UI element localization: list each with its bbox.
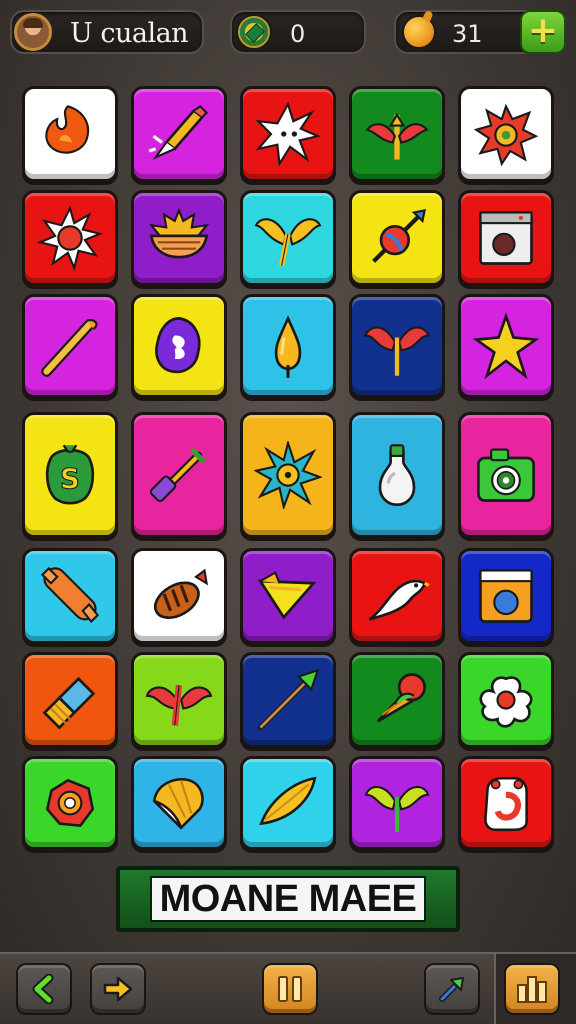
- bars-icon: [517, 976, 547, 1003]
- tile-winged-arrow[interactable]: [349, 86, 445, 182]
- tile-camera[interactable]: [458, 412, 554, 538]
- tile-globe-spear[interactable]: [349, 190, 445, 286]
- golden-dagger-icon: [148, 105, 209, 160]
- tile-golden-leaf[interactable]: [240, 756, 336, 850]
- level-title: MOANE MAEE: [159, 877, 417, 920]
- wand-icon: [439, 977, 464, 1002]
- winged-arrow-icon: [365, 112, 429, 160]
- red-wings-icon: [363, 326, 431, 376]
- tile-golden-dagger[interactable]: [131, 86, 227, 182]
- tile-green-spear[interactable]: [240, 652, 336, 748]
- shell-icon: [152, 778, 204, 830]
- green-gem-icon: S: [45, 444, 95, 505]
- tile-blue-crystal[interactable]: [22, 652, 118, 748]
- pause-icon: [278, 976, 302, 1002]
- white-flower-icon: [479, 676, 533, 728]
- next-button[interactable]: [90, 963, 146, 1015]
- golden-leaf-icon: [259, 776, 317, 826]
- tile-white-bird[interactable]: [349, 548, 445, 644]
- tile-golden-rod[interactable]: [22, 294, 118, 398]
- bottom-bar: [0, 952, 576, 1024]
- green-spear-icon: [257, 668, 320, 731]
- tile-teal-sun[interactable]: [240, 412, 336, 538]
- globe-spear-icon: [372, 209, 426, 263]
- tile-yellow-cone[interactable]: [240, 548, 336, 644]
- spiky-star-icon: [255, 101, 322, 167]
- fire-drop-icon: [45, 105, 90, 154]
- back-button[interactable]: [16, 963, 72, 1015]
- right-arrow-icon: [103, 976, 133, 1002]
- pause-button[interactable]: [262, 963, 318, 1015]
- red-ring-icon: [45, 778, 95, 828]
- candy-roll-icon: [40, 566, 100, 624]
- mallet-icon: [149, 447, 207, 503]
- game-board: S: [0, 0, 576, 860]
- tile-mallet[interactable]: [131, 412, 227, 538]
- tile-white-bottle[interactable]: [349, 412, 445, 538]
- tile-gold-star[interactable]: [458, 294, 554, 398]
- tile-red-ring[interactable]: [22, 756, 118, 850]
- tile-spiky-star[interactable]: [240, 86, 336, 182]
- golden-wings-icon: [254, 218, 322, 267]
- tile-spiked-sun[interactable]: [22, 190, 118, 286]
- svg-text:S: S: [60, 462, 80, 495]
- left-arrow-icon: [32, 974, 54, 1004]
- title-banner: MOANE MAEE: [116, 866, 460, 932]
- hint-button[interactable]: [424, 963, 480, 1015]
- ice-cream-icon: [376, 673, 426, 723]
- teal-sun-icon: [254, 441, 322, 509]
- tile-red-gear[interactable]: [458, 86, 554, 182]
- golden-drop-icon: [274, 315, 302, 378]
- tile-candy-roll[interactable]: [22, 548, 118, 644]
- purple-blob-icon: [155, 317, 201, 374]
- gold-star-icon: [472, 312, 540, 380]
- red-gear-icon: [473, 103, 539, 167]
- tile-fire-drop[interactable]: [22, 86, 118, 182]
- tile-white-flower[interactable]: [458, 652, 554, 748]
- tile-striped-candy[interactable]: [131, 548, 227, 644]
- white-bird-icon: [368, 579, 430, 621]
- green-wings-icon: [364, 785, 430, 832]
- tile-ice-cream[interactable]: [349, 652, 445, 748]
- red-phoenix-icon: [145, 684, 213, 726]
- tile-golden-wings[interactable]: [240, 190, 336, 286]
- title-plate: MOANE MAEE: [150, 876, 426, 922]
- tile-golden-drop[interactable]: [240, 294, 336, 398]
- tile-orange-washer[interactable]: [458, 548, 554, 644]
- tile-green-gem[interactable]: S: [22, 412, 118, 538]
- tile-red-bag[interactable]: [458, 756, 554, 850]
- tile-sun-bowl[interactable]: [131, 190, 227, 286]
- tile-red-wings[interactable]: [349, 294, 445, 398]
- tile-washer-box[interactable]: [458, 190, 554, 286]
- tile-red-phoenix[interactable]: [131, 652, 227, 748]
- golden-rod-icon: [41, 319, 98, 377]
- yellow-cone-icon: [257, 571, 317, 620]
- washer-box-icon: [479, 211, 533, 265]
- red-bag-icon: [484, 776, 528, 832]
- sun-bowl-icon: [148, 207, 210, 259]
- spiked-sun-icon: [36, 205, 104, 272]
- striped-candy-icon: [153, 568, 209, 619]
- tile-green-wings[interactable]: [349, 756, 445, 850]
- camera-icon: [477, 448, 535, 502]
- tile-purple-blob[interactable]: [131, 294, 227, 398]
- blue-crystal-icon: [42, 676, 96, 730]
- orange-washer-icon: [479, 569, 533, 623]
- stats-button[interactable]: [504, 963, 560, 1015]
- white-bottle-icon: [378, 444, 416, 507]
- tile-shell[interactable]: [131, 756, 227, 850]
